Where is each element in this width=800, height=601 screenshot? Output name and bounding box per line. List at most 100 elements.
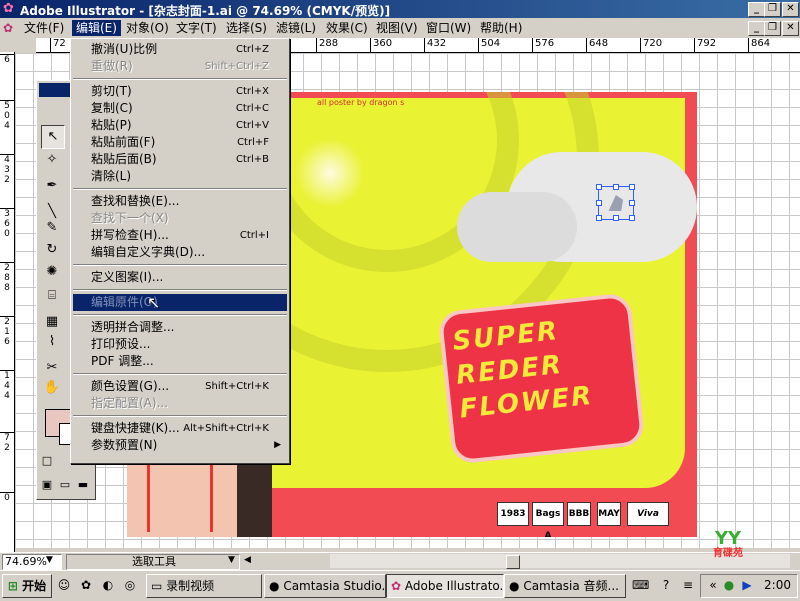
minimize-button[interactable]: _ [748,2,765,17]
rotate-tool-icon[interactable]: ↻ [41,239,63,261]
paintbrush-tool-icon[interactable]: ✎ [41,217,63,239]
doc-close-button[interactable]: ✕ [782,21,799,36]
zoom-level-field[interactable]: 74.69% [2,554,62,570]
color-mode-icon[interactable]: □ [39,453,55,469]
edit-menu-item[interactable]: 参数预置(N) ▶ [73,437,287,454]
menu-help[interactable]: 帮助(H) [476,20,526,36]
menu-separator [73,415,287,417]
magic-wand-tool-icon[interactable]: ✧ [41,149,63,171]
menu-file[interactable]: 文件(F) [20,20,68,36]
illustrator-flower-icon[interactable]: ✿ [3,2,17,16]
doc-minimize-button[interactable]: _ [748,21,765,36]
brand-logo[interactable]: 1983 [497,502,529,526]
quicklaunch-icon[interactable]: ◎ [122,577,138,593]
edit-menu-item[interactable]: 粘贴前面(F) Ctrl+F [73,134,287,151]
play-icon[interactable]: ▶ [739,577,755,593]
edit-menu-item[interactable]: 复制(C) Ctrl+C [73,100,287,117]
hand-tool-icon[interactable]: ✋ [41,377,63,399]
edit-menu-item[interactable]: 查找和替换(E)... [73,193,287,210]
menu-window[interactable]: 窗口(W) [422,20,475,36]
menu-object[interactable]: 对象(O) [122,20,173,36]
edit-menu-item[interactable]: 重做(R) Shift+Ctrl+Z [73,58,287,75]
edit-menu-item[interactable]: 查找下一个(X) [73,210,287,227]
screen-mode-icon[interactable]: ▣ [39,477,55,493]
pen-tool-icon[interactable]: ✒ [41,175,63,197]
menu-filter[interactable]: 滤镜(L) [272,20,320,36]
taskbar-button-illustrator[interactable]: ✿ Adobe Illustrato... [386,574,504,598]
taskbar-button-camtasia-audio[interactable]: ● Camtasia 音频... [504,574,626,598]
record-icon[interactable]: ● [721,577,737,593]
screen-mode-icon[interactable]: ▬ [75,477,91,493]
brand-logo[interactable]: BBB [567,502,591,526]
brand-logo[interactable]: Viva [627,502,669,526]
document-icon[interactable]: ✿ [3,21,17,35]
scrollbar-thumb[interactable] [506,555,520,569]
close-button[interactable]: ✕ [782,2,799,17]
scroll-left-icon[interactable]: ◀ [244,555,251,565]
scissors-tool-icon[interactable]: ✂ [41,357,63,379]
edit-menu-item[interactable]: 打印预设... [73,336,287,353]
eyedropper-tool-icon[interactable]: ⌇ [41,331,63,353]
menu-item-label: 指定配置(A)... [91,396,169,410]
resize-handle[interactable] [629,184,635,190]
warp-tool-icon[interactable]: ✺ [41,261,63,283]
edit-menu-item[interactable]: 粘贴(P) Ctrl+V [73,117,287,134]
taskbar-button-camtasia-studio[interactable]: ● Camtasia Studio... [264,574,386,598]
selected-shape[interactable] [608,195,623,211]
edit-menu-item[interactable]: 编辑原件(O) [73,294,287,311]
resize-handle[interactable] [596,200,602,206]
symbol-sprayer-tool-icon[interactable]: ⌸ [41,285,63,307]
edit-menu-item[interactable]: 粘贴后面(B) Ctrl+B [73,151,287,168]
graph-tool-icon[interactable]: ▦ [41,311,63,333]
menu-effect[interactable]: 效果(C) [322,20,372,36]
quicklaunch-icon[interactable]: ◐ [100,577,116,593]
title-badge[interactable]: SUPER REDER FLOWER [437,292,646,465]
help-icon[interactable]: ? [658,577,674,593]
chevron-down-icon[interactable]: ▼ [228,555,235,565]
brand-logo[interactable]: Bags A [532,502,564,537]
doc-restore-button[interactable]: ❐ [764,21,781,36]
current-tool-status[interactable]: 选取工具 [66,554,240,570]
edit-menu-item[interactable]: 颜色设置(G)... Shift+Ctrl+K [73,378,287,395]
edit-menu-item[interactable]: 拼写检查(H)... Ctrl+I [73,227,287,244]
menu-type[interactable]: 文字(T) [172,20,221,36]
edit-menu-item[interactable]: 撤消(U)比例 Ctrl+Z [73,41,287,58]
quicklaunch-icon[interactable]: ✿ [78,577,94,593]
edit-menu-item[interactable]: PDF 调整... [73,353,287,370]
resize-handle[interactable] [629,200,635,206]
resize-handle[interactable] [596,215,602,221]
menu-item-label: 透明拼合调整... [91,320,175,334]
edit-menu-item[interactable]: 清除(L) [73,168,287,185]
taskbar-button-folder[interactable]: ▭ 录制视频 [146,574,262,598]
brand-logo[interactable]: MAY [597,502,621,526]
edit-menu-item[interactable]: 编辑自定义字典(D)... [73,244,287,261]
ruler-label: 720 [640,38,662,52]
resize-handle[interactable] [596,184,602,190]
selection-tool-icon[interactable]: ↖ [41,125,65,149]
menu-item-label: 剪切(T) [91,84,132,98]
menu-edit[interactable]: 编辑(E) [72,20,121,36]
maximize-button[interactable]: ❐ [764,2,781,17]
start-button[interactable]: ⊞ 开始 [2,574,52,598]
title-bar: ✿ Adobe Illustrator - [杂志封面-1.ai @ 74.69… [0,0,800,18]
keyboard-icon[interactable]: ⌨ [632,577,649,593]
language-icon[interactable]: ≡ [680,577,696,593]
ruler-label: 504 [478,38,500,52]
edit-menu-item[interactable]: 指定配置(A)... [73,395,287,412]
chevron-down-icon[interactable]: ▼ [46,555,53,565]
edit-menu-item[interactable]: 定义图案(I)... [73,269,287,286]
edit-menu-item[interactable]: 透明拼合调整... [73,319,287,336]
menu-view[interactable]: 视图(V) [372,20,422,36]
cloud-shape[interactable] [457,192,577,262]
quicklaunch-icon[interactable]: ☺ [56,577,72,593]
screen-mode-icon[interactable]: ▭ [57,477,73,493]
tray-expand-icon[interactable]: « [705,577,721,593]
vertical-ruler[interactable]: 6 5 0 4 4 3 2 3 6 0 2 8 8 2 1 6 1 4 4 7 … [0,52,15,552]
menu-select[interactable]: 选择(S) [222,20,271,36]
resize-handle[interactable] [629,215,635,221]
resize-handle[interactable] [613,184,619,190]
selected-object-bounding-box[interactable] [596,184,635,221]
edit-menu-item[interactable]: 剪切(T) Ctrl+X [73,83,287,100]
resize-handle[interactable] [613,215,619,221]
edit-menu-item[interactable]: 键盘快捷键(K)... Alt+Shift+Ctrl+K [73,420,287,437]
